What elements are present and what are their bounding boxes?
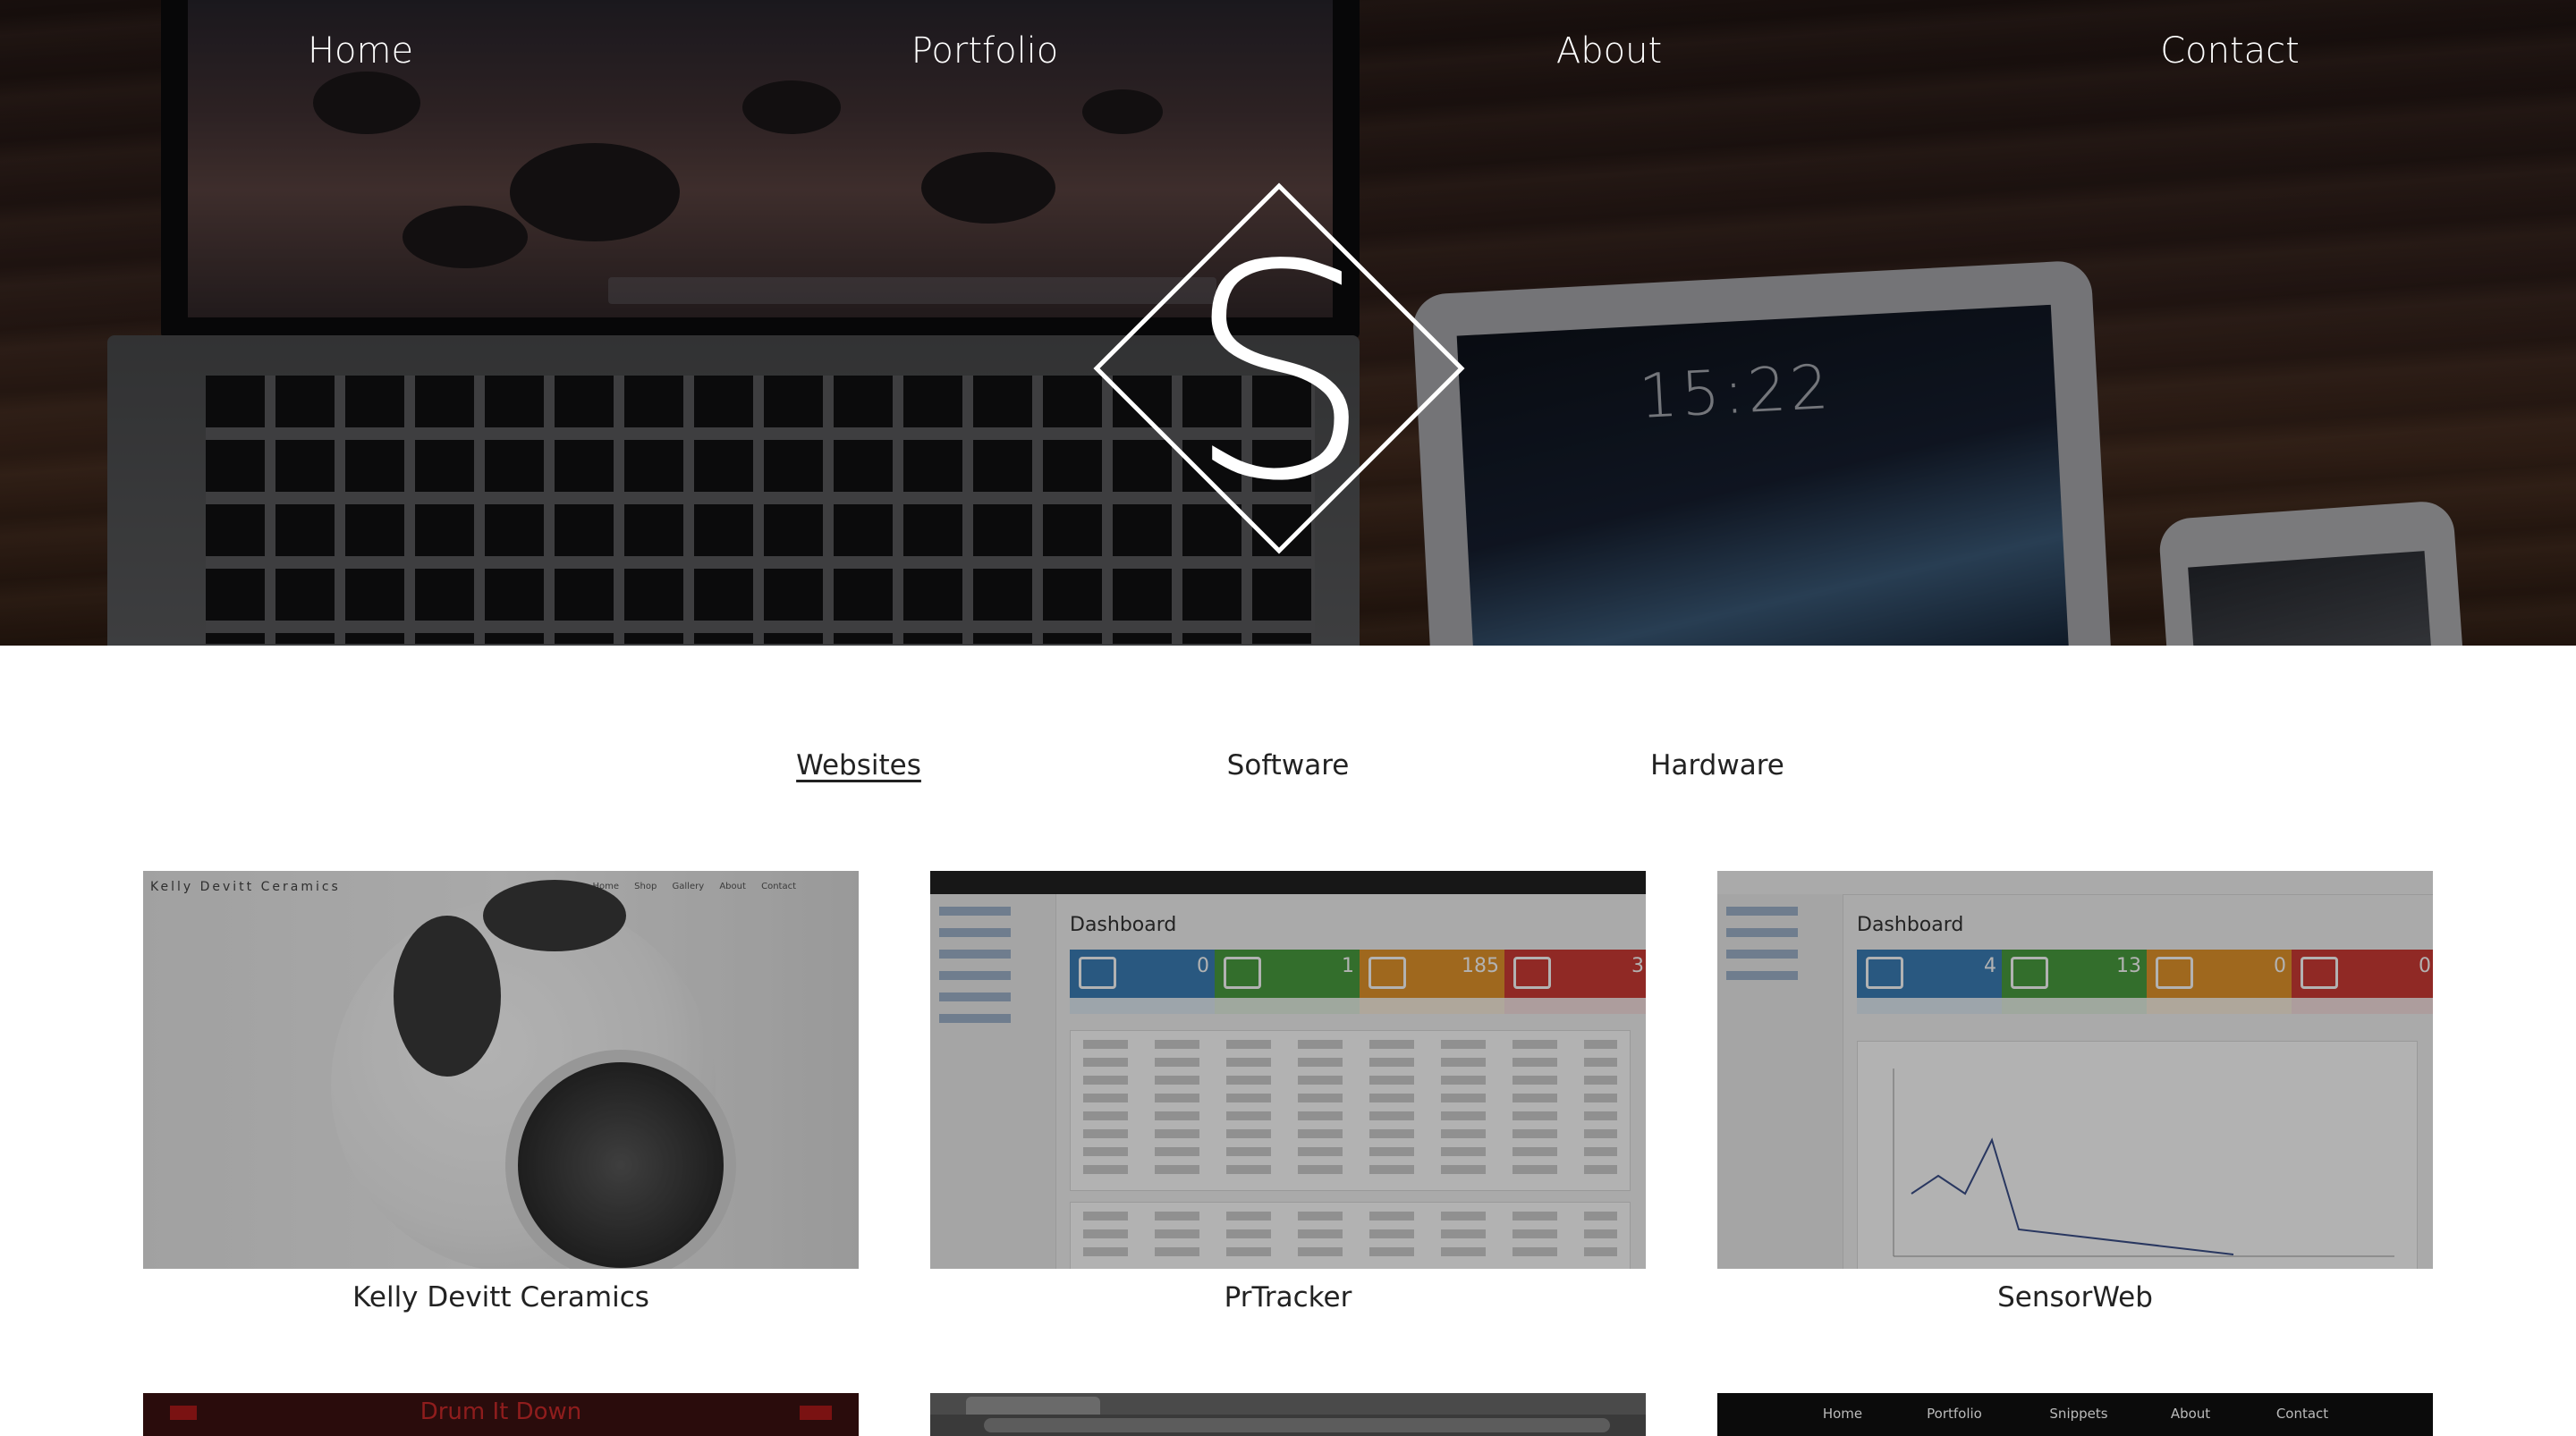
thumb-browse-button xyxy=(800,1406,832,1420)
project-title[interactable]: SensorWeb xyxy=(1717,1281,2433,1314)
main-nav: Home Portfolio About Contact xyxy=(0,30,2576,84)
project-thumbnail[interactable] xyxy=(930,1393,1646,1436)
filter-tab-software[interactable]: Software xyxy=(1227,749,1350,781)
hero-banner: 15:22 Home Portfolio About Contact S xyxy=(0,0,2576,646)
project-thumbnail[interactable]: Dashboard 0 1 185 3 xyxy=(930,871,1646,1269)
thumb-address-bar xyxy=(984,1418,1610,1432)
nav-about-link[interactable]: About xyxy=(1556,30,1662,72)
project-thumbnail[interactable]: Drum It Down xyxy=(143,1393,859,1436)
project-thumbnail[interactable]: Home Portfolio Snippets About Contact xyxy=(1717,1393,2433,1436)
logo-letter: S xyxy=(1185,202,1372,545)
nav-home-link[interactable]: Home xyxy=(308,30,413,72)
project-thumbnail[interactable]: Dashboard 4 13 0 0 xyxy=(1717,871,2433,1269)
thumb-nav-item: Home xyxy=(1822,1406,1863,1422)
project-card[interactable]: Dashboard 0 1 185 3 PrTracker xyxy=(930,871,1646,1314)
filter-tab-websites[interactable]: Websites xyxy=(796,749,921,781)
project-card[interactable]: Dashboard 4 13 0 0 SensorWeb xyxy=(1717,871,2433,1314)
project-card[interactable]: Kelly Devitt Ceramics Home Shop Gallery … xyxy=(143,871,859,1314)
project-thumbnail[interactable]: Kelly Devitt Ceramics Home Shop Gallery … xyxy=(143,871,859,1269)
thumb-nav-item: About xyxy=(2170,1406,2211,1422)
nav-portfolio-link[interactable]: Portfolio xyxy=(911,30,1059,72)
filter-tab-hardware[interactable]: Hardware xyxy=(1650,749,1784,781)
site-logo[interactable]: S xyxy=(1093,182,1465,554)
thumb-nav-item: Portfolio xyxy=(1927,1406,1982,1422)
project-title[interactable]: PrTracker xyxy=(930,1281,1646,1314)
thumb-nav-item: Contact xyxy=(2275,1406,2329,1422)
project-title[interactable]: Kelly Devitt Ceramics xyxy=(143,1281,859,1314)
thumb-site-title: Drum It Down xyxy=(419,1398,582,1425)
thumb-nav-item: Snippets xyxy=(2049,1406,2108,1422)
nav-contact-link[interactable]: Contact xyxy=(2160,30,2300,72)
